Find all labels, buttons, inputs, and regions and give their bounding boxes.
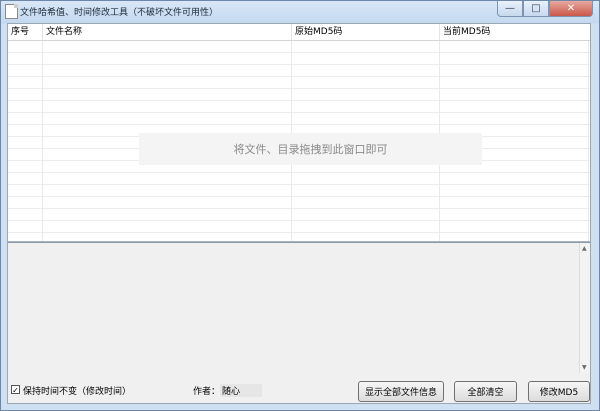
author-info: 作者： 随心 [193,384,263,397]
column-header-current-md5[interactable]: 当前MD5码 [440,24,590,40]
list-header: 序号 文件名称 原始MD5码 当前MD5码 [8,24,590,41]
keep-time-label[interactable]: 保持时间不变（修改时间） [23,384,131,397]
column-divider [588,41,589,241]
column-divider [42,41,43,241]
clear-all-button[interactable]: 全部清空 [454,381,517,402]
column-header-filename[interactable]: 文件名称 [43,24,292,40]
show-all-info-button[interactable]: 显示全部文件信息 [358,381,444,402]
main-window: 文件哈希值、时间修改工具（不破坏文件可用性） — □ ✕ 序号 文件名称 原始M… [0,0,600,411]
scroll-up-icon[interactable]: ▲ [582,245,587,252]
scroll-down-icon[interactable]: ▼ [582,364,587,371]
minimize-button[interactable]: — [497,1,523,17]
author-label: 作者： [193,387,221,397]
maximize-button[interactable]: □ [523,1,549,17]
window-title: 文件哈希值、时间修改工具（不破坏文件可用性） [20,8,219,18]
footer-bar: ✓ 保持时间不变（修改时间） 作者： 随心 显示全部文件信息 全部清空 修改MD5 [8,373,590,404]
file-list[interactable]: 序号 文件名称 原始MD5码 当前MD5码 将文件、目录拖拽到此窗口即可 [8,24,590,242]
title-bar[interactable]: 文件哈希值、时间修改工具（不破坏文件可用性） — □ ✕ [1,1,599,21]
column-header-index[interactable]: 序号 [8,24,43,40]
close-button[interactable]: ✕ [549,1,593,17]
author-name: 随心 [220,384,263,397]
column-header-original-md5[interactable]: 原始MD5码 [292,24,440,40]
modify-md5-button[interactable]: 修改MD5 [528,381,590,402]
keep-time-checkbox[interactable]: ✓ [11,385,20,395]
log-scrollbar[interactable]: ▲ ▼ [579,243,590,373]
client-area: 序号 文件名称 原始MD5码 当前MD5码 将文件、目录拖拽到此窗口即可 ▲ ▼… [7,23,591,404]
log-textarea[interactable]: ▲ ▼ [8,242,590,373]
window-controls: — □ ✕ [497,1,593,17]
drop-hint: 将文件、目录拖拽到此窗口即可 [139,133,482,165]
document-icon [5,4,18,19]
